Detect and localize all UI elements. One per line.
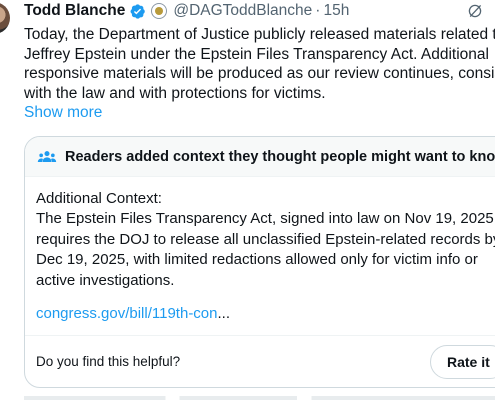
community-notes-icon: [37, 150, 57, 162]
note-source-link[interactable]: congress.gov/bill/119th-con...: [36, 305, 230, 322]
community-note-card: Readers added context they thought peopl…: [24, 136, 495, 388]
author-handle[interactable]: @DAGToddBlanche: [173, 2, 312, 20]
tweet-header: Todd Blanche @DAGToddBlanche · 15h: [24, 0, 495, 22]
note-body-line: Additional Context:: [36, 190, 162, 207]
cutoff-next-content: [24, 392, 495, 400]
show-more-link[interactable]: Show more: [24, 104, 102, 122]
tweet-text: Today, the Department of Justice publicl…: [24, 25, 495, 103]
tweet-text-line: Today, the Department of Justice publicl…: [24, 26, 495, 43]
tweet-text-line: Jeffrey Epstein under the Epstein Files …: [24, 45, 489, 63]
community-note-footer: Do you find this helpful? Rate it: [25, 335, 495, 387]
note-body-line: Dec 19, 2025, with limited redactions al…: [36, 251, 478, 269]
community-note-header: Readers added context they thought peopl…: [25, 137, 495, 177]
rate-it-button[interactable]: Rate it: [430, 345, 495, 379]
tweet-time[interactable]: 15h: [323, 2, 349, 20]
separator-dot: ·: [315, 2, 321, 19]
tweet-text-line: with the law and with protections for vi…: [24, 84, 326, 102]
note-body-line: requires the DOJ to release all unclassi…: [36, 230, 495, 248]
government-badge-icon: [151, 3, 168, 19]
note-link-text[interactable]: congress.gov/bill/119th-con: [36, 305, 218, 322]
community-note-title: Readers added context they thought peopl…: [65, 148, 495, 165]
note-body-line: active investigations.: [36, 271, 175, 289]
note-link-ellipsis: ...: [217, 305, 231, 322]
community-note-body: Additional Context: The Epstein Files Tr…: [36, 189, 495, 291]
author-name[interactable]: Todd Blanche: [24, 2, 125, 20]
note-body-line: The Epstein Files Transparency Act, sign…: [36, 210, 495, 228]
avatar[interactable]: [0, 2, 10, 34]
helpful-question: Do you find this helpful?: [36, 354, 181, 369]
verified-badge-icon: [130, 3, 146, 19]
tweet-text-line: responsive materials will be produced as…: [24, 65, 495, 83]
grok-icon[interactable]: [467, 3, 483, 19]
